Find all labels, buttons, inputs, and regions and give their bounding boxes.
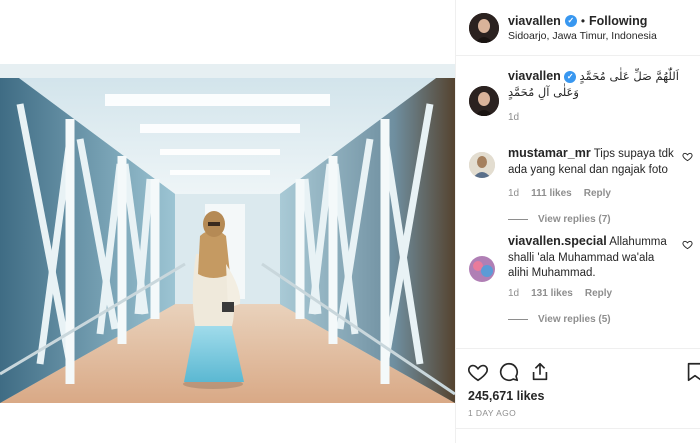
comment-icon[interactable]	[498, 361, 520, 383]
commenter-username[interactable]: viavallen.special	[508, 234, 607, 248]
view-replies-label: View replies (5)	[538, 314, 611, 325]
header-separator: •	[580, 14, 586, 28]
caption-time[interactable]: 1d	[508, 112, 519, 123]
commenter-avatar[interactable]	[469, 152, 495, 178]
commenter-username[interactable]: mustamar_mr	[508, 146, 591, 160]
author-username[interactable]: viavallen	[508, 14, 561, 28]
reply-button[interactable]: Reply	[585, 288, 612, 299]
post-header: viavallen ✓ • Following Sidoarjo, Jawa T…	[456, 0, 700, 56]
comment-text-block: mustamar_mr Tips supaya tdk ada yang ken…	[508, 146, 676, 178]
caption-author-avatar[interactable]	[469, 86, 499, 116]
photo-area	[0, 0, 455, 443]
comment-text-block: viavallen.special Allahumma shalli 'ala …	[508, 234, 676, 282]
post-location[interactable]: Sidoarjo, Jawa Timur, Indonesia	[508, 30, 657, 42]
comment-likes[interactable]: 131 likes	[531, 288, 573, 299]
comment-meta: 1d 131 likes Reply	[508, 288, 612, 299]
comment-time[interactable]: 1d	[508, 288, 519, 299]
following-button[interactable]: Following	[589, 14, 647, 28]
post-photo[interactable]	[0, 64, 455, 403]
share-icon[interactable]	[529, 361, 551, 383]
commenter-avatar[interactable]	[469, 256, 495, 282]
heart-icon[interactable]	[467, 361, 489, 383]
post-actions: 245,671 likes 1 DAY AGO	[456, 348, 700, 443]
divider	[456, 428, 700, 429]
heart-icon[interactable]	[682, 239, 693, 250]
caption-text-block: viavallen ✓ اَللّٰهُمَّ صَلِّ عَلٰى مُحَ…	[508, 68, 693, 100]
comment-time[interactable]: 1d	[508, 188, 519, 199]
bookmark-icon[interactable]	[684, 361, 700, 383]
caption-username[interactable]: viavallen	[508, 69, 561, 83]
view-replies-button[interactable]: View replies (5)	[508, 314, 611, 325]
likes-count[interactable]: 245,671 likes	[468, 389, 544, 403]
corridor-image	[0, 64, 455, 403]
view-replies-button[interactable]: View replies (7)	[508, 214, 611, 225]
heart-icon[interactable]	[682, 151, 693, 162]
comment-meta: 1d 111 likes Reply	[508, 188, 611, 199]
reply-button[interactable]: Reply	[584, 188, 611, 199]
replies-line	[508, 319, 528, 320]
view-replies-label: View replies (7)	[538, 214, 611, 225]
post-side-panel: viavallen ✓ • Following Sidoarjo, Jawa T…	[455, 0, 700, 443]
author-avatar[interactable]	[469, 13, 499, 43]
comments-list[interactable]: viavallen ✓ اَللّٰهُمَّ صَلِّ عَلٰى مُحَ…	[456, 56, 700, 348]
verified-badge-icon: ✓	[564, 70, 577, 83]
verified-badge-icon: ✓	[564, 15, 577, 27]
post-date[interactable]: 1 DAY AGO	[468, 408, 516, 418]
replies-line	[508, 219, 528, 220]
comment-likes[interactable]: 111 likes	[531, 188, 572, 199]
